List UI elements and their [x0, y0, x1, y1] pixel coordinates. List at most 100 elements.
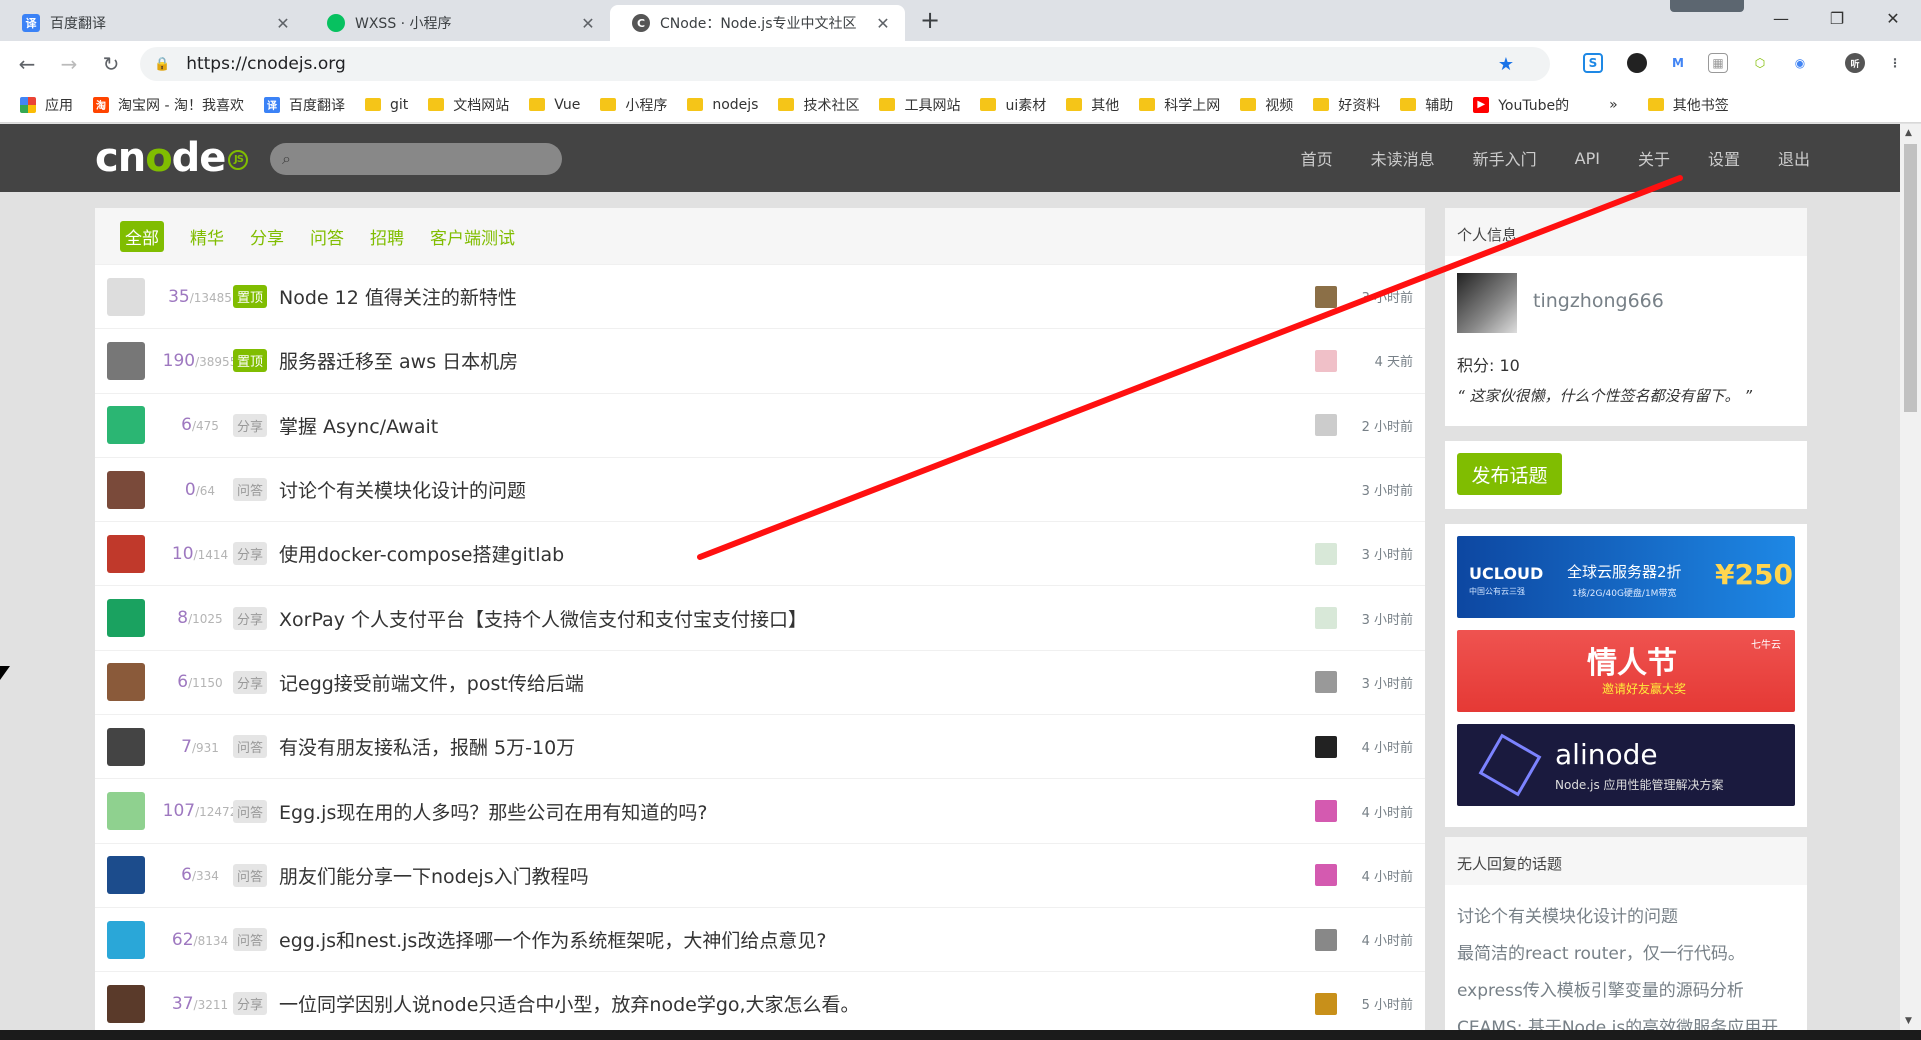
bookmark-folder[interactable]: 视频	[1240, 95, 1293, 115]
tab-wxss[interactable]: WXSS · 小程序 ✕	[305, 5, 610, 41]
nav-about[interactable]: 关于	[1638, 146, 1670, 170]
topic-title[interactable]: Egg.js现在用的人多吗？那些公司在用有知道的吗?	[279, 798, 707, 825]
tab-cnode[interactable]: C CNode：Node.js专业中文社区 ✕	[610, 5, 905, 41]
nav-getstart[interactable]: 新手入门	[1473, 146, 1537, 170]
topic-title[interactable]: XorPay 个人支付平台【支持个人微信支付和支付宝支付接口】	[279, 605, 807, 632]
nav-unread[interactable]: 未读消息	[1371, 146, 1435, 170]
last-reply-time[interactable]: 2 小时前	[1362, 416, 1413, 435]
last-reply-avatar[interactable]	[1315, 864, 1337, 887]
topic-row[interactable]: 62/8134 问答 egg.js和nest.js改选择哪一个作为系统框架呢，大神们…	[95, 906, 1425, 971]
last-reply-time[interactable]: 4 小时前	[1362, 866, 1413, 885]
last-reply-avatar[interactable]	[1315, 285, 1337, 308]
topic-row[interactable]: 6/334 问答 朋友们能分享一下nodejs入门教程吗 4 小时前	[95, 842, 1425, 907]
bookmark-folder[interactable]: nodejs	[687, 97, 758, 113]
author-avatar[interactable]	[107, 984, 145, 1023]
address-bar[interactable]: 🔒 https://cnodejs.org ★	[140, 47, 1550, 81]
bookmark-folder[interactable]: Vue	[529, 97, 580, 113]
search-input[interactable]: ⌕	[270, 143, 562, 175]
last-reply-avatar[interactable]	[1315, 671, 1337, 694]
scroll-thumb[interactable]	[1904, 144, 1917, 412]
minimize-button[interactable]: —	[1753, 0, 1809, 36]
last-reply-time[interactable]: 3 小时前	[1362, 544, 1413, 563]
extension-icon[interactable]: ◉	[1790, 53, 1810, 73]
topic-row[interactable]: 107/12472 问答 Egg.js现在用的人多吗？那些公司在用有知道的吗? 4 小…	[95, 778, 1425, 842]
last-reply-avatar[interactable]	[1315, 542, 1337, 565]
last-reply-time[interactable]: 3 小时前	[1362, 480, 1413, 499]
topic-row[interactable]: 6/1150 分享 记egg接受前端文件，post传给后端 3 小时前	[95, 649, 1425, 714]
alinode-ad[interactable]: alinode Node.js 应用性能管理解决方案	[1457, 724, 1795, 806]
topic-title[interactable]: Node 12 值得关注的新特性	[279, 283, 517, 310]
last-reply-time[interactable]: 4 天前	[1375, 351, 1413, 370]
last-reply-avatar[interactable]	[1315, 800, 1337, 823]
page-scrollbar[interactable]: ▲ ▼	[1900, 124, 1921, 1030]
last-reply-time[interactable]: 4 小时前	[1362, 930, 1413, 949]
topic-row[interactable]: 35/13485 置顶 Node 12 值得关注的新特性 3 小时前	[95, 264, 1425, 328]
bookmark-folder[interactable]: 辅助	[1400, 95, 1453, 115]
topic-title[interactable]: 一位同学因别人说node只适合中小型，放弃node学go,大家怎么看。	[279, 990, 860, 1017]
last-reply-time[interactable]: 3 小时前	[1362, 287, 1413, 306]
scroll-up-icon[interactable]: ▲	[1905, 128, 1912, 138]
last-reply-avatar[interactable]	[1315, 414, 1337, 437]
last-reply-avatar[interactable]	[1315, 735, 1337, 758]
more-bookmarks-button[interactable]: »	[1609, 97, 1618, 113]
publish-topic-button[interactable]: 发布话题	[1457, 453, 1562, 495]
close-icon[interactable]: ✕	[873, 14, 893, 33]
extension-icon[interactable]: S	[1583, 53, 1603, 73]
topic-row[interactable]: 10/1414 分享 使用docker-compose搭建gitlab 3 小时前	[95, 521, 1425, 585]
bookmark-folder[interactable]: 好资料	[1313, 95, 1380, 115]
valentine-ad[interactable]: 情人节 邀请好友赢大奖 七牛云	[1457, 630, 1795, 712]
topic-title[interactable]: 掌握 Async/Await	[279, 412, 438, 439]
new-tab-button[interactable]: +	[920, 6, 940, 34]
topic-title[interactable]: 朋友们能分享一下nodejs入门教程吗	[279, 862, 589, 889]
last-reply-avatar[interactable]	[1315, 928, 1337, 951]
topic-title[interactable]: 有没有朋友接私活，报酬 5万-10万	[279, 733, 575, 760]
noreply-item[interactable]: express传入模板引擎变量的源码分析	[1457, 973, 1795, 1010]
tab-ask[interactable]: 问答	[310, 224, 344, 249]
topic-row[interactable]: 190/38955 置顶 服务器迁移至 aws 日本机房 4 天前	[95, 328, 1425, 392]
last-reply-time[interactable]: 3 小时前	[1362, 609, 1413, 628]
bookmark-apps[interactable]: 应用	[20, 95, 73, 115]
topic-row[interactable]: 37/3211 分享 一位同学因别人说node只适合中小型，放弃node学go,大家…	[95, 971, 1425, 1030]
close-window-button[interactable]: ✕	[1865, 0, 1921, 36]
bookmark-folder[interactable]: 技术社区	[778, 95, 859, 115]
author-avatar[interactable]	[107, 599, 145, 638]
topic-title[interactable]: 服务器迁移至 aws 日本机房	[279, 347, 518, 374]
last-reply-time[interactable]: 3 小时前	[1362, 673, 1413, 692]
last-reply-avatar[interactable]	[1315, 607, 1337, 630]
bookmark-folder[interactable]: ui素材	[980, 95, 1046, 115]
menu-icon[interactable]: ⋮	[1885, 53, 1905, 73]
avatar[interactable]	[1457, 273, 1517, 333]
topic-title[interactable]: 讨论个有关模块化设计的问题	[279, 476, 526, 503]
reload-button[interactable]: ↻	[96, 49, 126, 79]
last-reply-time[interactable]: 4 小时前	[1362, 737, 1413, 756]
maximize-button[interactable]: ❐	[1809, 0, 1865, 36]
topic-row[interactable]: 8/1025 分享 XorPay 个人支付平台【支持个人微信支付和支付宝支付接口】 3…	[95, 585, 1425, 649]
bookmark-folder[interactable]: 其他	[1066, 95, 1119, 115]
author-avatar[interactable]	[107, 792, 145, 831]
forward-button[interactable]: →	[54, 49, 84, 79]
author-avatar[interactable]	[107, 277, 145, 316]
nav-logout[interactable]: 退出	[1778, 146, 1810, 170]
username[interactable]: tingzhong666	[1533, 290, 1664, 312]
scroll-down-icon[interactable]: ▼	[1905, 1016, 1912, 1026]
bookmark-folder[interactable]: git	[364, 97, 408, 113]
bookmark-folder[interactable]: 科学上网	[1139, 95, 1220, 115]
topic-title[interactable]: 记egg接受前端文件，post传给后端	[279, 669, 584, 696]
nav-api[interactable]: API	[1575, 149, 1600, 168]
topic-row[interactable]: 0/64 问答 讨论个有关模块化设计的问题 3 小时前	[95, 456, 1425, 521]
author-avatar[interactable]	[107, 341, 145, 380]
extension-icon[interactable]	[1627, 53, 1647, 73]
bookmark-folder[interactable]: 工具网站	[879, 95, 960, 115]
last-reply-time[interactable]: 5 小时前	[1362, 994, 1413, 1013]
noreply-item[interactable]: 最简洁的react router，仅一行代码。	[1457, 936, 1795, 973]
topic-row[interactable]: 6/475 分享 掌握 Async/Await 2 小时前	[95, 392, 1425, 457]
nav-home[interactable]: 首页	[1301, 146, 1333, 170]
noreply-item[interactable]: 讨论个有关模块化设计的问题	[1457, 899, 1795, 936]
last-reply-time[interactable]: 4 小时前	[1362, 802, 1413, 821]
tab-job[interactable]: 招聘	[370, 224, 404, 249]
author-avatar[interactable]	[107, 406, 145, 445]
ucloud-ad[interactable]: UCLOUD 中国公有云三强 全球云服务器2折 1核/2G/40G硬盘/1M带宽…	[1457, 536, 1795, 618]
author-avatar[interactable]	[107, 856, 145, 895]
author-avatar[interactable]	[107, 470, 145, 509]
bookmark-youtube[interactable]: ▶ YouTube的	[1473, 95, 1569, 115]
